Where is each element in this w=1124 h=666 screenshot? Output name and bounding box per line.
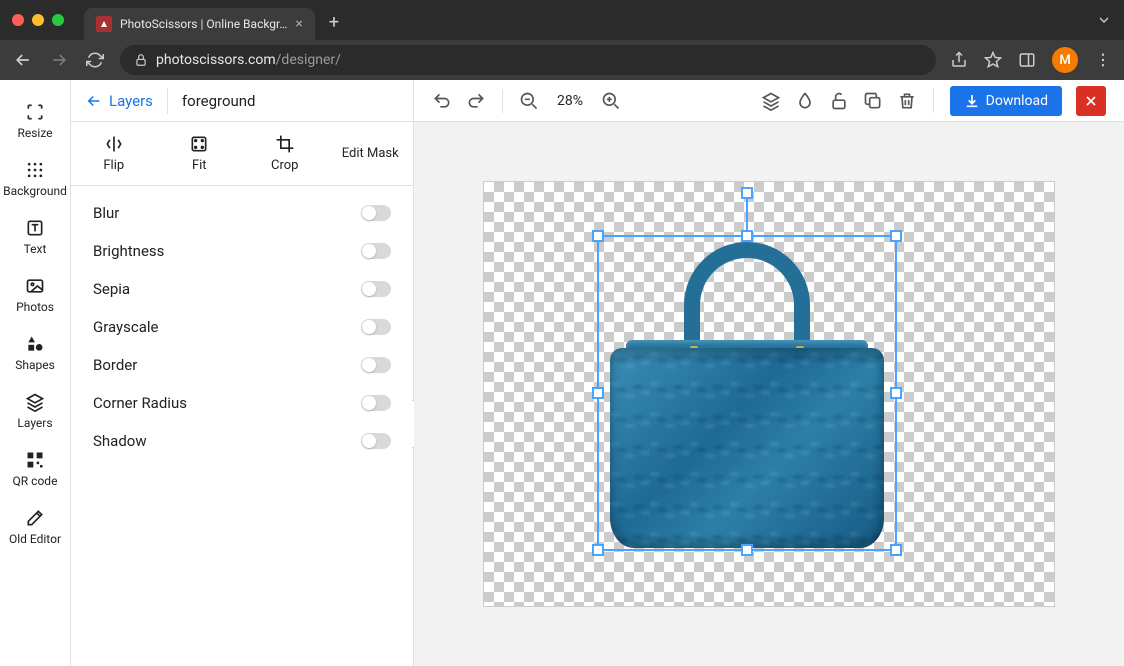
toggle-border[interactable] xyxy=(361,357,391,373)
prop-brightness: Brightness xyxy=(71,232,413,270)
handle-bot-mid[interactable] xyxy=(741,544,753,556)
handle-bot-left[interactable] xyxy=(592,544,604,556)
prop-corner-radius: Corner Radius xyxy=(71,384,413,422)
duplicate-icon[interactable] xyxy=(863,91,883,111)
grid-icon xyxy=(25,160,45,180)
handle-top-right[interactable] xyxy=(890,230,902,242)
app: Resize Background Text Photos Shapes Lay… xyxy=(0,80,1124,666)
rotate-handle[interactable] xyxy=(741,187,753,199)
profile-avatar[interactable]: M xyxy=(1052,47,1078,73)
prop-blur: Blur xyxy=(71,194,413,232)
arrow-left-icon xyxy=(85,92,103,110)
resize-icon xyxy=(25,102,45,122)
layer-tools: Flip Fit Crop Edit Mask xyxy=(71,122,413,186)
breadcrumb: foreground xyxy=(168,92,270,110)
tab-bar: PhotoScissors | Online Backgr… × + xyxy=(0,0,1124,40)
window-close[interactable] xyxy=(12,14,24,26)
download-button[interactable]: Download xyxy=(950,86,1062,116)
toggle-blur[interactable] xyxy=(361,205,391,221)
forward-icon[interactable] xyxy=(48,50,70,70)
kebab-menu-icon[interactable] xyxy=(1094,51,1112,69)
crop-icon xyxy=(275,134,295,154)
zoom-level[interactable]: 28% xyxy=(553,93,587,109)
prop-shadow: Shadow xyxy=(71,422,413,460)
tool-crop[interactable]: Crop xyxy=(242,122,328,185)
prop-grayscale: Grayscale xyxy=(71,308,413,346)
handle-top-mid[interactable] xyxy=(741,230,753,242)
new-tab-button[interactable]: + xyxy=(329,12,339,33)
window-minimize[interactable] xyxy=(32,14,44,26)
layers-icon xyxy=(25,392,45,412)
workspace[interactable] xyxy=(414,122,1124,666)
browser-tab[interactable]: PhotoScissors | Online Backgr… × xyxy=(84,8,315,40)
rail-photos[interactable]: Photos xyxy=(0,266,70,324)
canvas-area: 28% Download xyxy=(413,80,1124,666)
fit-icon xyxy=(189,134,209,154)
tool-flip[interactable]: Flip xyxy=(71,122,157,185)
close-icon xyxy=(1083,93,1099,109)
bookmark-icon[interactable] xyxy=(984,51,1002,69)
rail-text[interactable]: Text xyxy=(0,208,70,266)
properties-panel: Layers foreground Flip Fit Crop Edit Mas… xyxy=(71,80,413,666)
handle-bot-right[interactable] xyxy=(890,544,902,556)
selection-box[interactable] xyxy=(597,235,897,551)
close-button[interactable] xyxy=(1076,86,1106,116)
redo-icon[interactable] xyxy=(466,91,486,111)
unlock-icon[interactable] xyxy=(829,91,849,111)
sidepanel-icon[interactable] xyxy=(1018,51,1036,69)
handle-top-left[interactable] xyxy=(592,230,604,242)
lock-icon xyxy=(134,53,148,67)
handle-mid-left[interactable] xyxy=(592,387,604,399)
url-input[interactable]: photoscissors.com/designer/ xyxy=(120,45,936,75)
prop-border: Border xyxy=(71,346,413,384)
back-icon[interactable] xyxy=(12,50,34,70)
address-bar: photoscissors.com/designer/ M xyxy=(0,40,1124,80)
panel-header: Layers foreground xyxy=(71,80,413,122)
back-to-layers[interactable]: Layers xyxy=(71,92,167,110)
share-icon[interactable] xyxy=(950,51,968,69)
zoom-in-icon[interactable] xyxy=(601,91,621,111)
layers-toolbar-icon[interactable] xyxy=(761,91,781,111)
reload-icon[interactable] xyxy=(84,51,106,69)
download-icon xyxy=(964,93,980,109)
url-domain: photoscissors.com xyxy=(156,52,276,68)
rail-resize[interactable]: Resize xyxy=(0,92,70,150)
toggle-grayscale[interactable] xyxy=(361,319,391,335)
property-list: Blur Brightness Sepia Grayscale Border C… xyxy=(71,186,413,468)
toggle-brightness[interactable] xyxy=(361,243,391,259)
image-icon xyxy=(25,276,45,296)
shapes-icon xyxy=(25,334,45,354)
trash-icon[interactable] xyxy=(897,91,917,111)
flip-icon xyxy=(104,134,124,154)
browser-chrome: PhotoScissors | Online Backgr… × + photo… xyxy=(0,0,1124,80)
window-controls xyxy=(12,14,64,26)
window-maximize[interactable] xyxy=(52,14,64,26)
tab-title: PhotoScissors | Online Backgr… xyxy=(120,17,287,31)
qrcode-icon xyxy=(25,450,45,470)
tab-close-icon[interactable]: × xyxy=(295,16,302,32)
url-path: /designer/ xyxy=(276,52,341,68)
rail-old-editor[interactable]: Old Editor xyxy=(0,498,70,556)
rail-shapes[interactable]: Shapes xyxy=(0,324,70,382)
toggle-shadow[interactable] xyxy=(361,433,391,449)
prop-sepia: Sepia xyxy=(71,270,413,308)
undo-icon[interactable] xyxy=(432,91,452,111)
canvas[interactable] xyxy=(483,181,1055,607)
zoom-out-icon[interactable] xyxy=(519,91,539,111)
canvas-toolbar: 28% Download xyxy=(414,80,1124,122)
rail-layers[interactable]: Layers xyxy=(0,382,70,440)
edit-icon xyxy=(25,508,45,528)
tool-rail: Resize Background Text Photos Shapes Lay… xyxy=(0,80,71,666)
rail-qrcode[interactable]: QR code xyxy=(0,440,70,498)
droplet-icon[interactable] xyxy=(795,91,815,111)
tool-edit-mask[interactable]: Edit Mask xyxy=(328,122,414,185)
toggle-corner-radius[interactable] xyxy=(361,395,391,411)
tabs-overflow-icon[interactable] xyxy=(1096,12,1112,28)
handle-mid-right[interactable] xyxy=(890,387,902,399)
tool-fit[interactable]: Fit xyxy=(157,122,243,185)
rail-background[interactable]: Background xyxy=(0,150,70,208)
text-icon xyxy=(25,218,45,238)
favicon-icon xyxy=(96,16,112,32)
toggle-sepia[interactable] xyxy=(361,281,391,297)
